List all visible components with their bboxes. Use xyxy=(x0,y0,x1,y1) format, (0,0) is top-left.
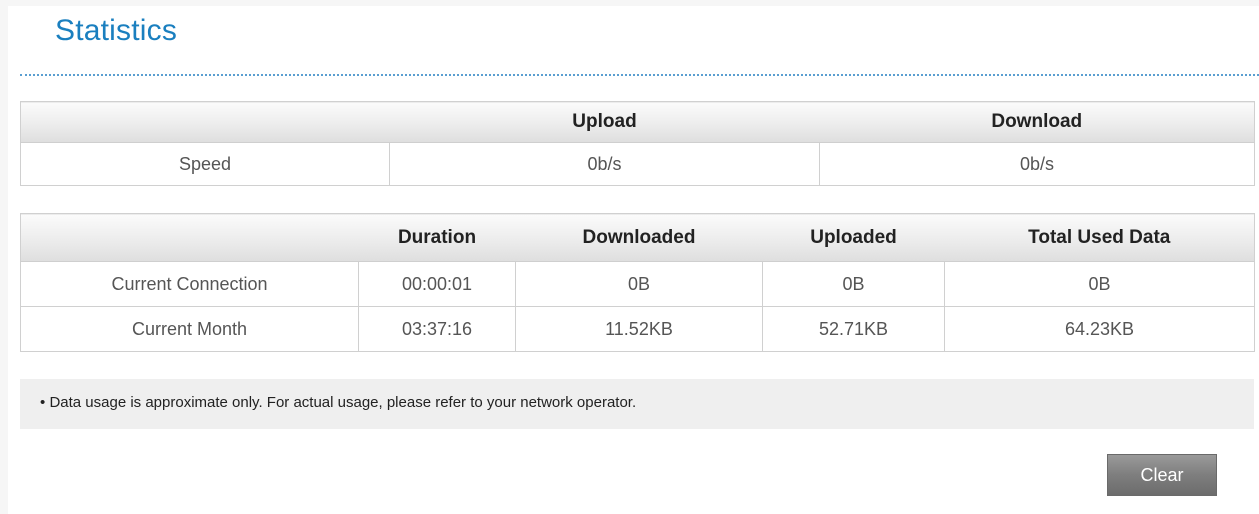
speed-header-upload: Upload xyxy=(389,101,820,143)
download-speed-value: 0b/s xyxy=(819,142,1255,186)
usage-note: • Data usage is approximate only. For ac… xyxy=(40,394,636,411)
page-title: Statistics xyxy=(55,14,178,47)
statistics-page: Statistics Upload Download Speed 0b/s 0b… xyxy=(0,0,1259,514)
uploaded-value: 52.71KB xyxy=(762,306,945,352)
row-label: Current Connection xyxy=(20,261,359,307)
total-used-value: 64.23KB xyxy=(944,306,1255,352)
bullet-icon: • xyxy=(40,394,46,411)
speed-header-download: Download xyxy=(819,101,1255,143)
usage-table: Duration Downloaded Uploaded Total Used … xyxy=(20,213,1255,352)
table-row-current-connection: Current Connection 00:00:01 0B 0B 0B xyxy=(20,261,1255,307)
total-used-value: 0B xyxy=(944,261,1255,307)
duration-value: 00:00:01 xyxy=(358,261,516,307)
content-panel: Statistics Upload Download Speed 0b/s 0b… xyxy=(8,6,1259,514)
speed-label: Speed xyxy=(20,142,390,186)
downloaded-value: 0B xyxy=(515,261,763,307)
speed-table: Upload Download Speed 0b/s 0b/s xyxy=(20,101,1255,186)
clear-button[interactable]: Clear xyxy=(1107,454,1217,496)
usage-header-total: Total Used Data xyxy=(944,213,1255,262)
usage-note-box: • Data usage is approximate only. For ac… xyxy=(20,379,1254,429)
speed-row: Speed 0b/s 0b/s xyxy=(20,142,1255,186)
uploaded-value: 0B xyxy=(762,261,945,307)
usage-note-text: Data usage is approximate only. For actu… xyxy=(49,394,637,411)
usage-header-downloaded: Downloaded xyxy=(515,213,763,262)
row-label: Current Month xyxy=(20,306,359,352)
upload-speed-value: 0b/s xyxy=(389,142,820,186)
usage-table-header: Duration Downloaded Uploaded Total Used … xyxy=(20,213,1255,262)
downloaded-value: 11.52KB xyxy=(515,306,763,352)
speed-header-blank xyxy=(20,101,390,143)
usage-header-blank xyxy=(20,213,359,262)
table-row-current-month: Current Month 03:37:16 11.52KB 52.71KB 6… xyxy=(20,306,1255,352)
speed-table-header: Upload Download xyxy=(20,101,1255,143)
usage-header-uploaded: Uploaded xyxy=(762,213,945,262)
duration-value: 03:37:16 xyxy=(358,306,516,352)
usage-header-duration: Duration xyxy=(358,213,516,262)
title-divider xyxy=(20,74,1259,76)
